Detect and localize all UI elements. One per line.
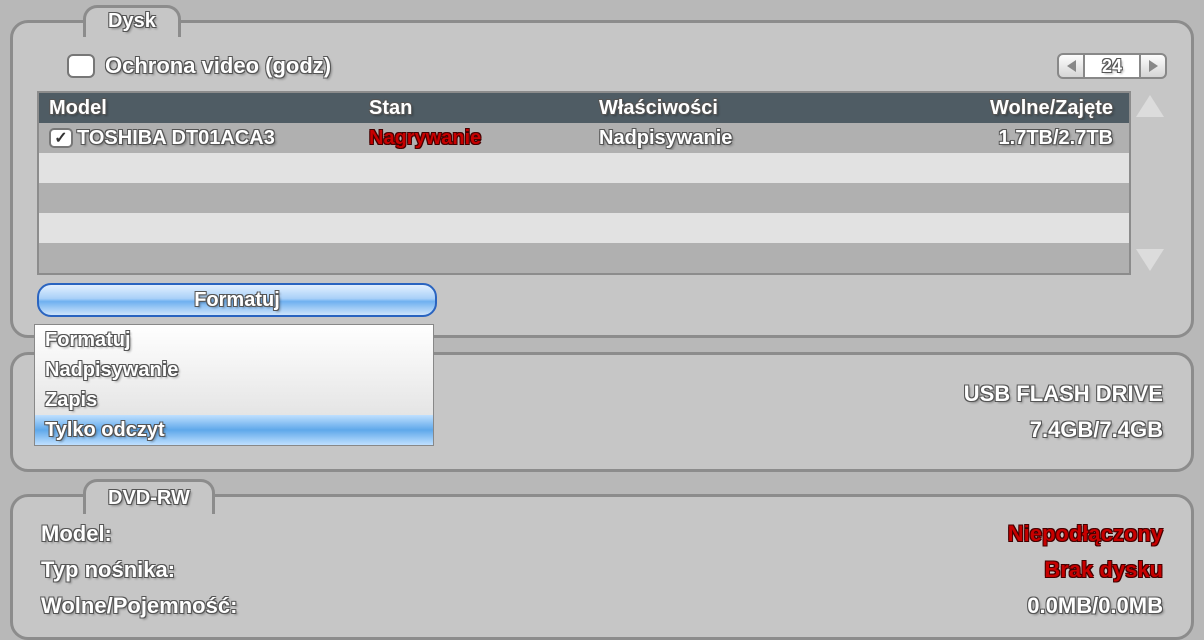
usb-size: 7.4GB/7.4GB bbox=[1030, 417, 1163, 443]
dropdown-item-formatuj[interactable]: Formatuj bbox=[35, 325, 433, 355]
scroll-up[interactable] bbox=[1134, 91, 1166, 121]
table-scrollbar bbox=[1133, 91, 1167, 275]
dropdown-item-tylko-odczyt[interactable]: Tylko odczyt bbox=[35, 415, 433, 445]
protection-row: Ochrona video (godz) 24 bbox=[67, 53, 1167, 79]
protection-label: Ochrona video (godz) bbox=[105, 53, 331, 79]
dvd-model-value: Niepodłączony bbox=[1008, 521, 1163, 547]
disk-tab-label: Dysk bbox=[108, 10, 156, 32]
col-wlasciwosci: Właściwości bbox=[589, 97, 909, 120]
row-checkbox[interactable]: ✓ bbox=[49, 128, 73, 148]
col-model: Model bbox=[39, 97, 359, 120]
table-row[interactable] bbox=[39, 183, 1129, 213]
scroll-down[interactable] bbox=[1134, 245, 1166, 275]
table-row[interactable] bbox=[39, 213, 1129, 243]
dropdown-item-zapis[interactable]: Zapis bbox=[35, 385, 433, 415]
protection-checkbox[interactable] bbox=[67, 54, 95, 78]
disk-panel: Dysk Ochrona video (godz) 24 Model Stan … bbox=[10, 20, 1194, 338]
disk-table-header: Model Stan Właściwości Wolne/Zajęte bbox=[39, 93, 1129, 123]
row-model: TOSHIBA DT01ACA3 bbox=[77, 127, 275, 150]
table-row[interactable] bbox=[39, 243, 1129, 273]
format-button-label: Formatuj bbox=[194, 289, 280, 312]
col-wolne: Wolne/Zajęte bbox=[909, 97, 1129, 120]
format-button[interactable]: Formatuj bbox=[37, 283, 437, 317]
spinner-decrease[interactable] bbox=[1057, 53, 1085, 79]
dvd-panel: DVD-RW Model: Niepodłączony Typ nośnika:… bbox=[10, 494, 1194, 640]
col-stan: Stan bbox=[359, 97, 589, 120]
dvd-type-value: Brak dysku bbox=[1044, 557, 1163, 583]
dvd-type-label: Typ nośnika: bbox=[41, 557, 175, 583]
triangle-right-icon bbox=[1149, 60, 1158, 72]
table-row[interactable]: ✓ TOSHIBA DT01ACA3 Nagrywanie Nadpisywan… bbox=[39, 123, 1129, 153]
dropdown-item-nadpisywanie[interactable]: Nadpisywanie bbox=[35, 355, 433, 385]
spinner-value[interactable]: 24 bbox=[1085, 53, 1139, 79]
disk-table-wrap: Model Stan Właściwości Wolne/Zajęte ✓ TO… bbox=[37, 91, 1167, 275]
disk-table: Model Stan Właściwości Wolne/Zajęte ✓ TO… bbox=[37, 91, 1131, 275]
row-stan: Nagrywanie bbox=[359, 127, 589, 150]
spinner-increase[interactable] bbox=[1139, 53, 1167, 79]
dvd-model-label: Model: bbox=[41, 521, 112, 547]
hours-spinner: 24 bbox=[1057, 53, 1167, 79]
triangle-down-icon bbox=[1136, 249, 1164, 271]
usb-name: USB FLASH DRIVE bbox=[964, 381, 1163, 407]
dvd-panel-tab: DVD-RW bbox=[83, 479, 215, 514]
row-wlasciwosci: Nadpisywanie bbox=[589, 127, 909, 150]
triangle-left-icon bbox=[1067, 60, 1076, 72]
triangle-up-icon bbox=[1136, 95, 1164, 117]
format-dropdown: Formatuj Nadpisywanie Zapis Tylko odczyt bbox=[34, 324, 434, 446]
dvd-tab-label: DVD-RW bbox=[108, 487, 190, 509]
row-wolne: 1.7TB/2.7TB bbox=[909, 127, 1129, 150]
table-row[interactable] bbox=[39, 153, 1129, 183]
dvd-free-value: 0.0MB/0.0MB bbox=[1027, 593, 1163, 619]
disk-panel-tab: Dysk bbox=[83, 5, 181, 37]
dvd-free-label: Wolne/Pojemność: bbox=[41, 593, 237, 619]
